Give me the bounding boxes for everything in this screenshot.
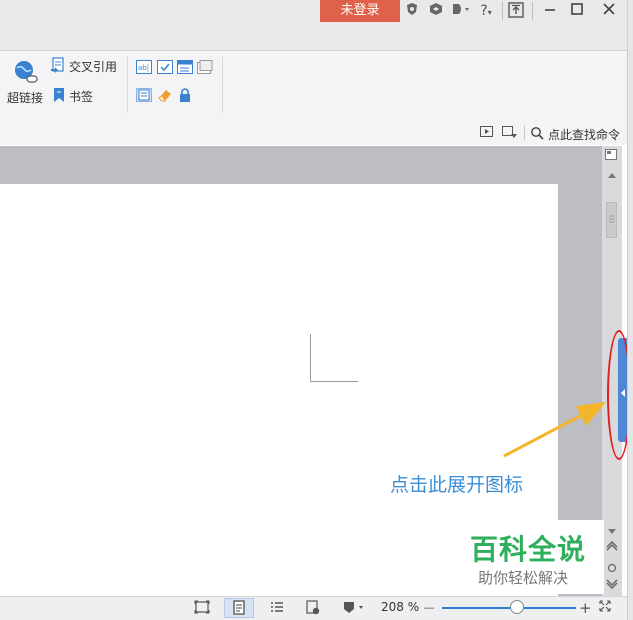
zoom-level[interactable]: 208 % — [381, 600, 419, 614]
zoom-slider-knob[interactable] — [510, 600, 525, 614]
lock-icon[interactable] — [178, 87, 194, 102]
search-command-input[interactable]: 点此查找命令 — [548, 126, 620, 143]
bookmark-icon — [52, 87, 66, 106]
cross-reference-label: 交叉引用 — [69, 60, 118, 74]
svg-text:ab|: ab| — [138, 64, 149, 72]
watermark: 百科全说 助你轻松解决 — [458, 520, 604, 594]
maximize-icon[interactable] — [569, 2, 585, 20]
margin-marker-horizontal — [310, 381, 358, 382]
scroll-down-arrow-icon[interactable] — [607, 524, 617, 538]
skin-icon[interactable] — [404, 2, 420, 20]
previous-page-icon[interactable] — [606, 540, 618, 554]
margin-marker-vertical — [310, 334, 311, 382]
play-icon[interactable] — [480, 126, 494, 142]
hyperlink-label: 超链接 — [7, 91, 44, 105]
command-bar-divider — [524, 125, 525, 140]
minimize-icon[interactable] — [542, 2, 558, 20]
bookmark-button[interactable]: 书签 — [52, 87, 93, 106]
fullscreen-icon[interactable] — [193, 600, 211, 616]
select-browse-object-icon[interactable] — [607, 562, 617, 576]
help-label: ? — [480, 3, 488, 19]
ribbon: 超链接 交叉引用 书签 ab| 点此查找命令 — [0, 51, 633, 145]
zoom-in-button[interactable]: + — [579, 600, 592, 616]
ribbon-divider — [127, 57, 128, 113]
eye-protection-icon[interactable] — [340, 600, 368, 616]
upload-icon[interactable] — [507, 2, 525, 20]
collapse-ribbon-icon[interactable] — [502, 126, 518, 142]
zoom-slider[interactable] — [442, 607, 576, 609]
status-bar: 208 % — + — [0, 596, 633, 620]
checkbox-form-field-icon[interactable] — [157, 60, 173, 74]
close-icon[interactable] — [601, 2, 617, 20]
page-view-icon[interactable] — [224, 598, 254, 618]
split-view-icon[interactable] — [605, 149, 617, 163]
title-bar: 未登录 ?▾ — [0, 0, 633, 51]
scroll-up-arrow-icon[interactable] — [607, 168, 617, 182]
search-icon[interactable] — [530, 126, 544, 143]
login-button[interactable]: 未登录 — [320, 0, 400, 22]
help-icon[interactable]: ?▾ — [476, 2, 496, 20]
titlebar-divider — [502, 2, 503, 20]
cross-reference-icon — [50, 57, 66, 76]
share-icon[interactable] — [450, 2, 472, 20]
chevron-down-icon: ▾ — [487, 8, 492, 17]
watermark-title: 百科全说 — [470, 533, 587, 566]
hint-text: 点击此展开图标 — [390, 474, 524, 496]
bookmark-label: 书签 — [69, 90, 94, 104]
cube-icon[interactable] — [428, 2, 444, 20]
cross-reference-button[interactable]: 交叉引用 — [50, 57, 117, 76]
dropdown-form-field-icon[interactable] — [177, 60, 193, 74]
shading-icon[interactable] — [136, 88, 152, 102]
hyperlink-button[interactable]: 超链接 — [4, 57, 46, 109]
text-form-field-icon[interactable]: ab| — [136, 60, 152, 74]
outline-view-icon[interactable] — [268, 600, 286, 616]
form-properties-icon[interactable] — [197, 60, 213, 74]
titlebar-divider — [532, 2, 533, 20]
annotation-arrow-icon — [503, 402, 606, 458]
next-page-icon[interactable] — [606, 578, 618, 592]
ribbon-divider — [222, 57, 223, 113]
hyperlink-icon — [12, 59, 38, 88]
zoom-out-button[interactable]: — — [423, 600, 435, 616]
fit-window-icon[interactable] — [598, 600, 612, 616]
command-bar: 点此查找命令 — [0, 123, 625, 143]
web-layout-icon[interactable] — [304, 600, 322, 616]
watermark-subtitle: 助你轻松解决 — [478, 569, 569, 587]
eraser-icon[interactable] — [157, 88, 173, 102]
scrollbar-thumb[interactable] — [606, 202, 617, 238]
window-edge — [627, 0, 633, 620]
